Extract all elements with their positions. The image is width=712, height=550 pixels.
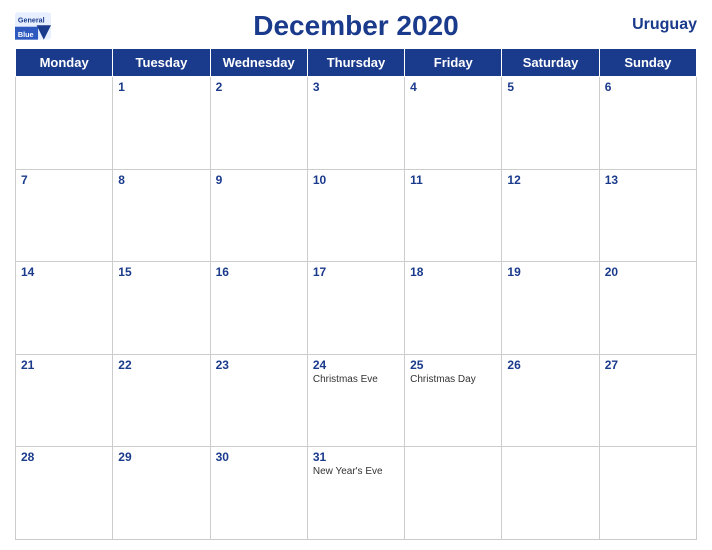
event-label: Christmas Day	[410, 374, 496, 385]
day-number: 3	[313, 80, 399, 94]
day-cell: 28	[16, 447, 113, 540]
day-number: 23	[216, 358, 302, 372]
day-cell: 31 New Year's Eve	[307, 447, 404, 540]
logo: General Blue	[15, 12, 51, 40]
day-number: 24	[313, 358, 399, 372]
day-cell: 21	[16, 354, 113, 447]
page-title: December 2020	[253, 10, 458, 42]
day-number: 15	[118, 265, 204, 279]
day-number: 2	[216, 80, 302, 94]
week-row-1: 123456	[16, 77, 697, 170]
day-cell: 29	[113, 447, 210, 540]
day-cell: 7	[16, 169, 113, 262]
day-number: 27	[605, 358, 691, 372]
calendar-table: MondayTuesdayWednesdayThursdayFridaySatu…	[15, 48, 697, 540]
day-number: 18	[410, 265, 496, 279]
day-number: 9	[216, 173, 302, 187]
day-cell: 17	[307, 262, 404, 355]
event-label: New Year's Eve	[313, 466, 399, 477]
svg-text:Blue: Blue	[18, 30, 34, 39]
day-number: 7	[21, 173, 107, 187]
day-cell: 30	[210, 447, 307, 540]
day-number: 12	[507, 173, 593, 187]
day-number: 19	[507, 265, 593, 279]
week-row-2: 789 10 11 12 13	[16, 169, 697, 262]
day-number: 11	[410, 173, 496, 187]
day-number: 4	[410, 80, 496, 94]
week-row-5: 28 29 30 31 New Year's Eve	[16, 447, 697, 540]
day-cell: 16	[210, 262, 307, 355]
day-cell	[599, 447, 696, 540]
day-header-thursday: Thursday	[307, 49, 404, 77]
day-cell: 3	[307, 77, 404, 170]
day-header-sunday: Sunday	[599, 49, 696, 77]
day-number: 10	[313, 173, 399, 187]
week-row-3: 14 15 16 17 18 19 20	[16, 262, 697, 355]
day-cell: 12	[502, 169, 599, 262]
day-header-saturday: Saturday	[502, 49, 599, 77]
day-cell: 26	[502, 354, 599, 447]
day-cell: 27	[599, 354, 696, 447]
svg-text:General: General	[18, 15, 45, 24]
day-cell: 10	[307, 169, 404, 262]
day-cell: 19	[502, 262, 599, 355]
day-number: 1	[118, 80, 204, 94]
day-cell: 24 Christmas Eve	[307, 354, 404, 447]
week-row-4: 21 22 23 24 Christmas Eve 25 Christmas Day 26 27	[16, 354, 697, 447]
day-cell: 14	[16, 262, 113, 355]
day-number: 8	[118, 173, 204, 187]
day-cell: 15	[113, 262, 210, 355]
event-label: Christmas Eve	[313, 374, 399, 385]
day-number: 17	[313, 265, 399, 279]
day-header-monday: Monday	[16, 49, 113, 77]
day-number: 16	[216, 265, 302, 279]
days-header-row: MondayTuesdayWednesdayThursdayFridaySatu…	[16, 49, 697, 77]
country-label: Uruguay	[632, 16, 697, 34]
day-cell: 2	[210, 77, 307, 170]
day-number: 14	[21, 265, 107, 279]
day-number: 6	[605, 80, 691, 94]
day-number: 26	[507, 358, 593, 372]
day-cell: 22	[113, 354, 210, 447]
day-number: 25	[410, 358, 496, 372]
day-cell: 5	[502, 77, 599, 170]
day-cell: 13	[599, 169, 696, 262]
day-number: 20	[605, 265, 691, 279]
day-header-friday: Friday	[405, 49, 502, 77]
day-number: 30	[216, 450, 302, 464]
day-number: 22	[118, 358, 204, 372]
day-number: 13	[605, 173, 691, 187]
day-cell: 1	[113, 77, 210, 170]
calendar-header: General Blue December 2020 Uruguay	[15, 10, 697, 42]
day-cell	[16, 77, 113, 170]
day-cell: 25 Christmas Day	[405, 354, 502, 447]
day-number: 21	[21, 358, 107, 372]
day-number: 29	[118, 450, 204, 464]
day-cell: 11	[405, 169, 502, 262]
day-header-wednesday: Wednesday	[210, 49, 307, 77]
day-cell: 18	[405, 262, 502, 355]
day-cell: 20	[599, 262, 696, 355]
day-cell: 9	[210, 169, 307, 262]
day-cell: 4	[405, 77, 502, 170]
general-blue-logo-icon: General Blue	[15, 12, 51, 40]
day-number: 31	[313, 450, 399, 464]
day-header-tuesday: Tuesday	[113, 49, 210, 77]
day-cell: 8	[113, 169, 210, 262]
day-number: 5	[507, 80, 593, 94]
day-cell	[502, 447, 599, 540]
day-cell: 6	[599, 77, 696, 170]
day-cell	[405, 447, 502, 540]
day-number: 28	[21, 450, 107, 464]
day-cell: 23	[210, 354, 307, 447]
